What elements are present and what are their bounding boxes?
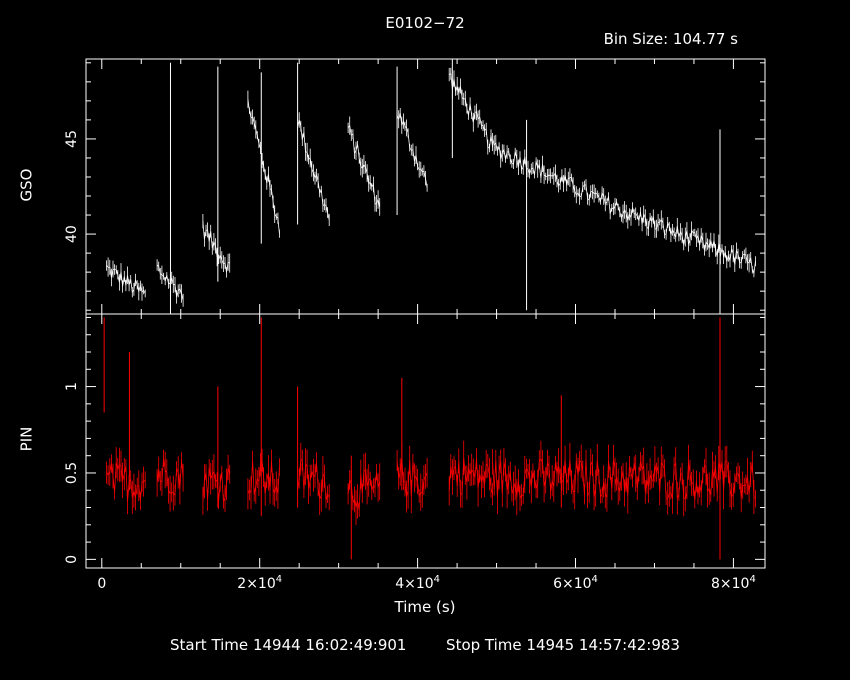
xtick-label: 6×104 <box>553 574 598 592</box>
top-errorbars <box>247 90 280 238</box>
bottom-series-line <box>106 462 146 502</box>
xtick-label: 8×104 <box>711 574 756 592</box>
stop-time-label: Stop Time <box>446 636 522 654</box>
lightcurve-plot: 40 45 0 0.5 1 0 2×104 4×104 6×104 8×104 <box>64 58 766 592</box>
stop-time-value: 14945 14:57:42:983 <box>526 636 680 654</box>
bottom-series-line <box>202 467 231 503</box>
top-ytick-label: 45 <box>64 130 80 148</box>
top-errorbars <box>106 257 146 301</box>
start-time-label: Start Time <box>170 636 249 654</box>
xtick-label: 2×104 <box>237 574 282 592</box>
time-axis-label: Time (s) <box>394 598 456 616</box>
top-panel-frame <box>85 58 766 315</box>
bottom-ytick-label: 1 <box>64 382 80 391</box>
top-ytick-label: 40 <box>64 225 80 243</box>
top-series-line <box>449 73 493 149</box>
pin-axis-label: PIN <box>17 426 36 452</box>
bottom-panel-frame <box>85 313 766 569</box>
xtick-label: 0 <box>97 576 106 592</box>
bin-size-label: Bin Size: 104.77 s <box>603 30 738 48</box>
bottom-ytick-label: 0 <box>64 555 80 564</box>
top-series-line <box>396 112 428 188</box>
top-errorbars <box>297 112 330 226</box>
start-time-value: 14944 16:02:49:901 <box>252 636 407 654</box>
bottom-errorbars <box>347 452 381 525</box>
gso-axis-label: GSO <box>17 168 36 202</box>
xtick-label: 4×104 <box>395 574 440 592</box>
bottom-ytick-label: 0.5 <box>64 462 80 484</box>
bottom-errorbars <box>448 440 493 508</box>
bottom-errorbars <box>106 447 146 515</box>
top-series-line <box>202 221 230 273</box>
time-range-footer: Start Time 14944 16:02:49:901 Stop Time … <box>0 636 850 654</box>
